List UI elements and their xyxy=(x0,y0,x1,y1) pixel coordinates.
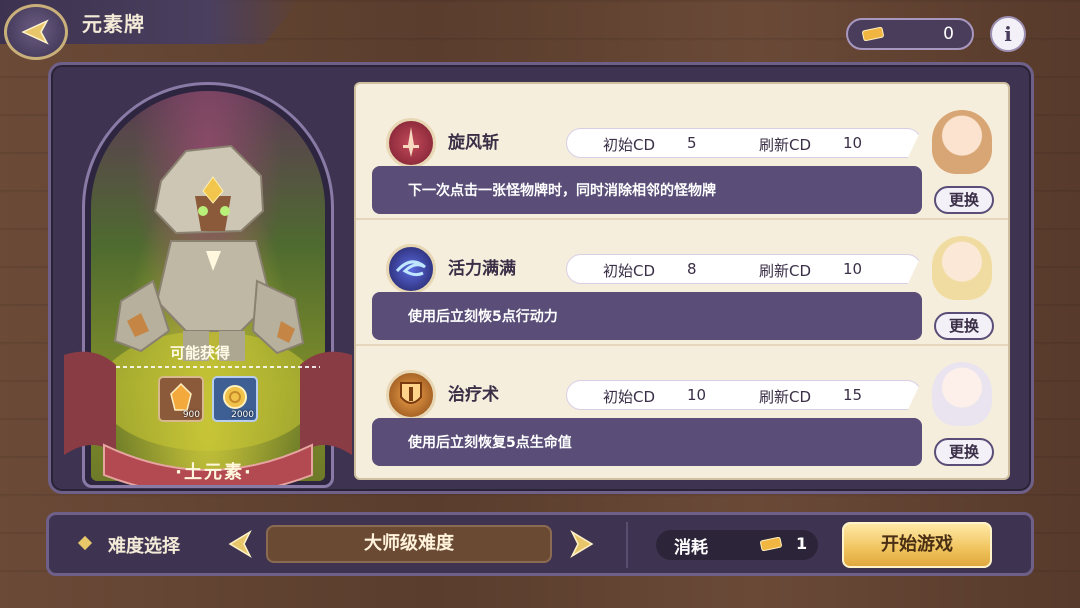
bottom-divider xyxy=(626,522,628,568)
refresh-cd-label: 刷新CD xyxy=(759,388,812,406)
cd-bar: 初始CD 5 刷新CD 10 xyxy=(566,128,922,158)
initial-cd-value: 10 xyxy=(687,386,707,404)
initial-cd-value: 5 xyxy=(687,134,697,152)
reward-amber-crystal[interactable]: 900 xyxy=(158,376,204,422)
skill-row: 旋风斩 初始CD 5 刷新CD 10 下一次点击一张怪物牌时，同时消除相邻的怪物… xyxy=(356,92,1008,218)
refresh-cd-label: 刷新CD xyxy=(759,262,812,280)
page-title: 元素牌 xyxy=(82,12,145,36)
refresh-cd-value: 10 xyxy=(843,134,863,152)
skill-description-text: 使用后立刻恢复5点生命值 xyxy=(408,435,572,451)
initial-cd-label: 初始CD xyxy=(603,136,656,154)
back-arrow-icon xyxy=(21,19,49,45)
difficulty-next-button[interactable] xyxy=(570,530,594,558)
skill-description: 下一次点击一张怪物牌时，同时消除相邻的怪物牌 xyxy=(372,166,922,214)
character-avatar xyxy=(932,362,992,426)
skills-panel: 旋风斩 初始CD 5 刷新CD 10 下一次点击一张怪物牌时，同时消除相邻的怪物… xyxy=(354,82,1010,480)
skill-name: 治疗术 xyxy=(448,385,499,405)
reward-quantity: 900 xyxy=(182,410,200,420)
cost-value: 1 xyxy=(796,534,808,553)
skill-description-text: 下一次点击一张怪物牌时，同时消除相邻的怪物牌 xyxy=(408,183,716,199)
skill-description: 使用后立刻恢5点行动力 xyxy=(372,292,922,340)
element-name: ·土元素· xyxy=(175,462,253,483)
skill-description-text: 使用后立刻恢5点行动力 xyxy=(408,309,558,325)
info-button[interactable]: i xyxy=(990,16,1026,52)
skill-row: 治疗术 初始CD 10 刷新CD 15 使用后立刻恢复5点生命值 更换 xyxy=(356,344,1008,470)
initial-cd-label: 初始CD xyxy=(603,388,656,406)
swap-button[interactable]: 更换 xyxy=(934,312,994,340)
reward-divider xyxy=(116,366,320,368)
reward-heading: 可能获得 xyxy=(169,344,230,362)
ticket-icon xyxy=(862,27,884,41)
reward-gold-coin[interactable]: 2000 xyxy=(212,376,258,422)
currency-value: 0 xyxy=(943,24,954,44)
sword-icon xyxy=(386,118,436,168)
vortex-icon xyxy=(386,244,436,294)
start-game-button[interactable]: 开始游戏 xyxy=(842,522,992,568)
swap-button[interactable]: 更换 xyxy=(934,438,994,466)
refresh-cd-label: 刷新CD xyxy=(759,136,812,154)
cd-bar: 初始CD 8 刷新CD 10 xyxy=(566,254,922,284)
skill-name: 活力满满 xyxy=(448,259,516,279)
difficulty-value: 大师级难度 xyxy=(266,525,552,563)
skill-name: 旋风斩 xyxy=(448,133,499,153)
skill-row: 活力满满 初始CD 8 刷新CD 10 使用后立刻恢5点行动力 更换 xyxy=(356,218,1008,344)
refresh-cd-value: 15 xyxy=(843,386,863,404)
shield-icon xyxy=(386,370,436,420)
character-avatar xyxy=(932,236,992,300)
character-avatar xyxy=(932,110,992,174)
initial-cd-label: 初始CD xyxy=(603,262,656,280)
reward-quantity: 2000 xyxy=(231,410,254,420)
difficulty-label: 难度选择 xyxy=(108,536,180,557)
swap-button[interactable]: 更换 xyxy=(934,186,994,214)
back-button[interactable] xyxy=(4,4,68,60)
currency-display: 0 xyxy=(846,18,974,50)
initial-cd-value: 8 xyxy=(687,260,697,278)
ticket-icon xyxy=(760,537,782,551)
refresh-cd-value: 10 xyxy=(843,260,863,278)
cost-label: 消耗 xyxy=(674,538,708,558)
skill-description: 使用后立刻恢复5点生命值 xyxy=(372,418,922,466)
cd-bar: 初始CD 10 刷新CD 15 xyxy=(566,380,922,410)
difficulty-prev-button[interactable] xyxy=(228,530,252,558)
